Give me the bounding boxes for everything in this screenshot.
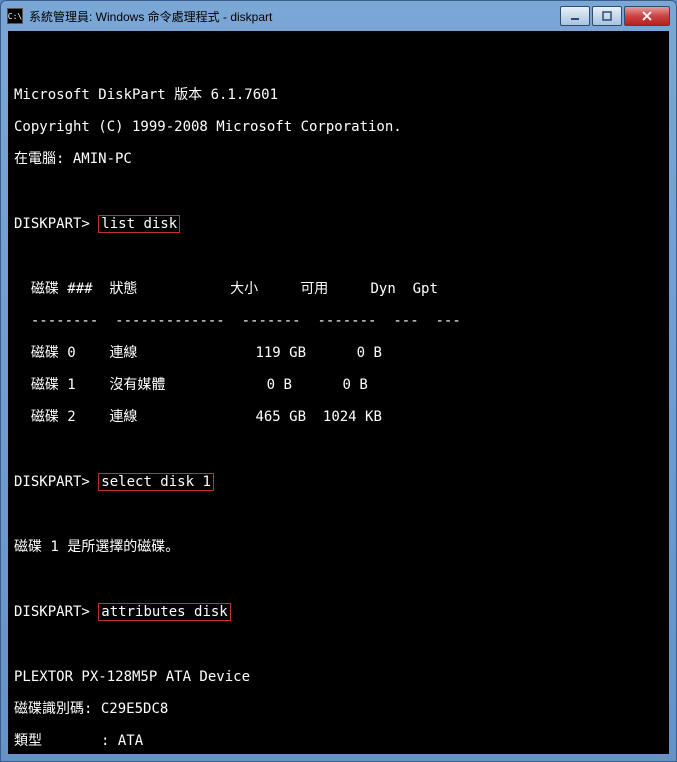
highlight-select-disk: select disk 1 bbox=[98, 473, 214, 491]
highlight-attributes: attributes disk bbox=[98, 603, 230, 621]
disk-row-2: 磁碟 2 連線 465 GB 1024 KB bbox=[14, 409, 663, 425]
disk-row-0: 磁碟 0 連線 119 GB 0 B bbox=[14, 345, 663, 361]
product-line: Microsoft DiskPart 版本 6.1.7601 bbox=[14, 87, 663, 103]
computer-line: 在電腦: AMIN-PC bbox=[14, 151, 663, 167]
disk-table-header: 磁碟 ### 狀態 大小 可用 Dyn Gpt bbox=[14, 281, 663, 297]
attr-type: 類型 : ATA bbox=[14, 733, 663, 749]
cmd-attributes: DISKPART> attributes disk bbox=[14, 603, 663, 621]
minimize-button[interactable] bbox=[560, 6, 590, 26]
command-prompt-window: C:\ 系統管理員: Windows 命令處理程式 - diskpart Mic… bbox=[0, 0, 677, 762]
window-controls bbox=[560, 6, 670, 26]
attr-device: PLEXTOR PX-128M5P ATA Device bbox=[14, 669, 663, 685]
disk-table-divider: -------- ------------- ------- ------- -… bbox=[14, 313, 663, 329]
console-output[interactable]: Microsoft DiskPart 版本 6.1.7601 Copyright… bbox=[8, 31, 669, 754]
highlight-list-disk: list disk bbox=[98, 215, 180, 233]
maximize-button[interactable] bbox=[592, 6, 622, 26]
cmd-list-disk: DISKPART> list disk bbox=[14, 215, 663, 233]
cmd-select-disk: DISKPART> select disk 1 bbox=[14, 473, 663, 491]
disk-row-1: 磁碟 1 沒有媒體 0 B 0 B bbox=[14, 377, 663, 393]
select-response: 磁碟 1 是所選擇的磁碟。 bbox=[14, 539, 663, 555]
attr-id: 磁碟識別碼: C29E5DC8 bbox=[14, 701, 663, 717]
close-button[interactable] bbox=[624, 6, 670, 26]
app-icon: C:\ bbox=[7, 8, 23, 24]
copyright-line: Copyright (C) 1999-2008 Microsoft Corpor… bbox=[14, 119, 663, 135]
titlebar[interactable]: C:\ 系統管理員: Windows 命令處理程式 - diskpart bbox=[1, 1, 676, 31]
window-title: 系統管理員: Windows 命令處理程式 - diskpart bbox=[29, 8, 560, 25]
